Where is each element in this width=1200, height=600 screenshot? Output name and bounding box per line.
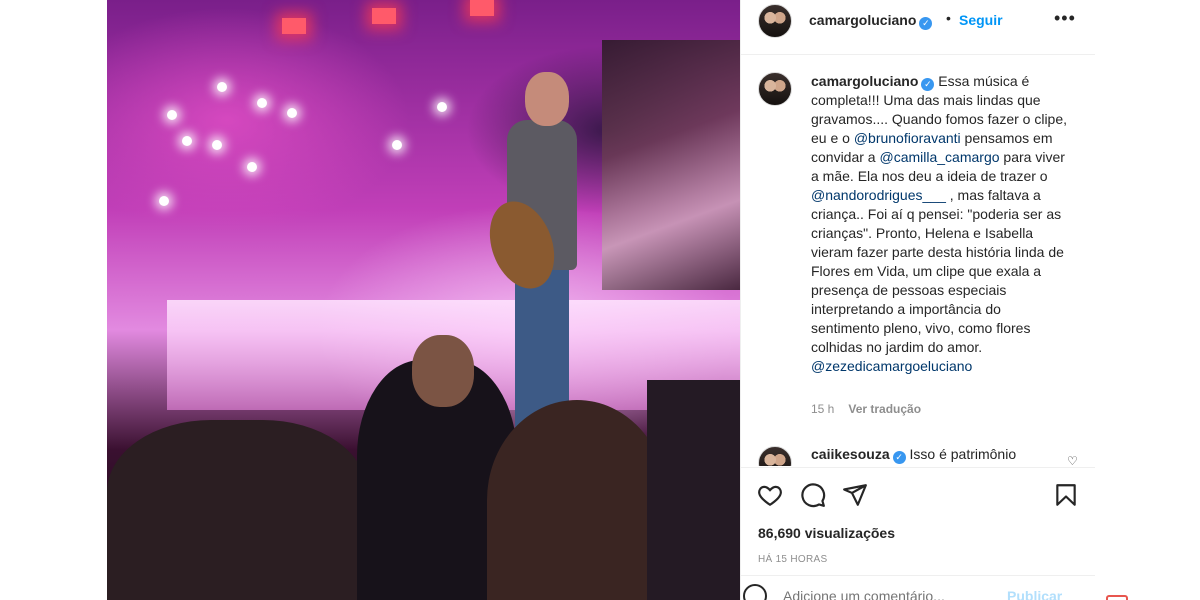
caption-age: 15 h [811, 402, 835, 416]
stage-light [257, 98, 267, 108]
comment-text: Isso é patrimônio [905, 446, 1017, 462]
bookmark-icon[interactable] [1053, 482, 1079, 508]
stage-light [217, 82, 227, 92]
crowd [107, 420, 367, 600]
stage-light [437, 102, 447, 112]
post-author[interactable]: camargoluciano ✓ [809, 12, 933, 30]
more-icon[interactable]: ••• [1054, 8, 1076, 29]
comments-list[interactable]: camargoluciano ✓ Essa música é completa!!… [741, 56, 1095, 466]
emoji-icon[interactable] [743, 584, 767, 600]
follow-button[interactable]: Seguir [959, 12, 1003, 28]
comment-icon[interactable] [800, 482, 826, 508]
crowd [487, 400, 667, 600]
post-side-panel: camargoluciano ✓ • Seguir ••• camargoluci… [740, 0, 1095, 600]
publish-button[interactable]: Publicar [1007, 588, 1062, 600]
avatar[interactable] [758, 72, 792, 106]
stage-light [287, 108, 297, 118]
verified-badge-icon: ✓ [919, 17, 933, 30]
comment-input[interactable] [783, 588, 983, 600]
post-video[interactable] [107, 0, 740, 600]
caption-meta: 15 h Ver tradução [811, 402, 921, 416]
crowd [412, 335, 474, 407]
post-header: camargoluciano ✓ • Seguir ••• [741, 0, 1095, 55]
stage-light [247, 162, 257, 172]
mention-link[interactable]: @nandorodrigues___ [811, 187, 946, 203]
stage-light-red [282, 18, 306, 34]
window-corner-element [1106, 595, 1128, 600]
heart-icon[interactable] [757, 482, 783, 508]
verified-badge-icon: ✓ [892, 451, 906, 464]
comment-item: caiikesouza ✓ Isso é patrimônio [811, 446, 1016, 464]
action-bar [741, 467, 1095, 517]
stage-light [212, 140, 222, 150]
view-count: 86,690 visualizações [758, 525, 895, 541]
mention-link[interactable]: @zezedicamargoeluciano [811, 358, 972, 374]
stage-light [159, 196, 169, 206]
caption-author[interactable]: camargoluciano [811, 73, 918, 89]
post-author-name[interactable]: camargoluciano [809, 12, 916, 28]
stage-light-red [372, 8, 396, 24]
comment-like-heart-icon[interactable]: ♡ [1067, 454, 1078, 466]
verified-badge-icon: ✓ [921, 78, 935, 91]
mention-link[interactable]: @brunofioravanti [854, 130, 961, 146]
see-translation-button[interactable]: Ver tradução [848, 402, 921, 416]
share-icon[interactable] [842, 482, 868, 508]
crowd [647, 380, 740, 600]
stage-screen [602, 40, 740, 290]
comment-author[interactable]: caiikesouza [811, 446, 890, 462]
comment-composer: Publicar [741, 575, 1095, 600]
stage-light-red [470, 0, 494, 16]
mention-link[interactable]: @camilla_camargo [879, 149, 999, 165]
stage-light [182, 136, 192, 146]
avatar[interactable] [758, 446, 792, 466]
singer [525, 72, 569, 126]
header-separator: • [946, 10, 951, 26]
post-caption: camargoluciano ✓ Essa música é completa!!… [811, 72, 1069, 376]
caption-text: , mas faltava a criança.. Foi aí q pense… [811, 187, 1064, 355]
avatar[interactable] [758, 4, 792, 38]
stage-light [392, 140, 402, 150]
stage-light [167, 110, 177, 120]
post-timestamp[interactable]: HÁ 15 HORAS [758, 554, 827, 565]
